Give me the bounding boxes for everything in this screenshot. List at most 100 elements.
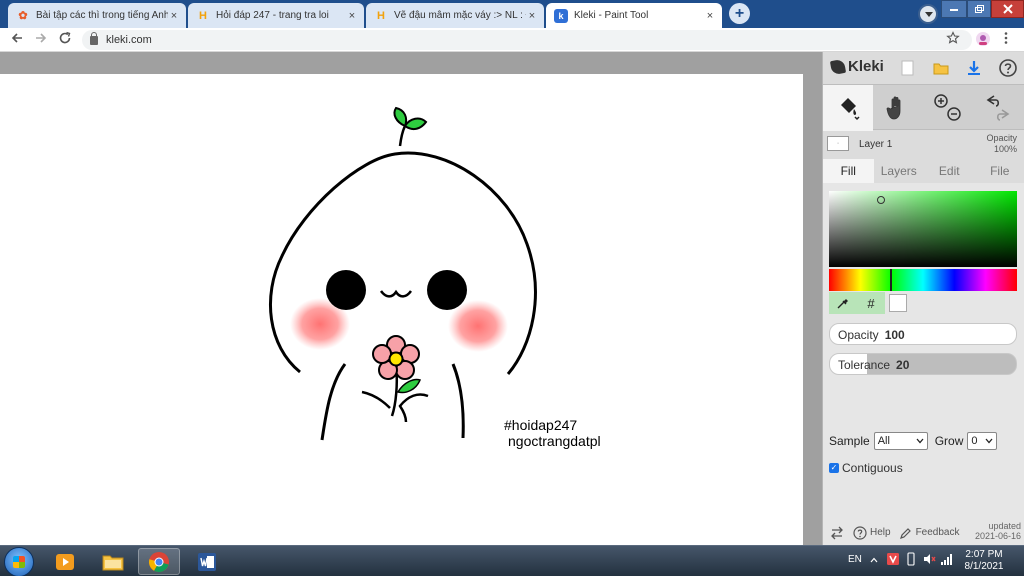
swap-sides-icon[interactable] (829, 526, 845, 540)
layer-opacity-label: Opacity (986, 133, 1017, 143)
v-badge-icon (887, 553, 899, 565)
back-button[interactable] (8, 31, 26, 49)
undo-redo-tool[interactable] (973, 85, 1023, 131)
help-link[interactable]: Help (853, 525, 891, 540)
layer-opacity-value: 100% (993, 144, 1017, 154)
layer-name: Layer 1 (859, 139, 893, 150)
star-icon (946, 31, 960, 44)
secondary-color-swatch[interactable] (889, 294, 907, 312)
sample-select[interactable]: All (873, 432, 928, 450)
bookmark-star-button[interactable] (946, 31, 960, 48)
restore-icon (975, 5, 984, 13)
start-button[interactable] (4, 547, 34, 576)
open-folder-icon[interactable] (931, 58, 951, 78)
taskbar-media-player[interactable] (44, 548, 86, 575)
taskbar-word[interactable] (186, 548, 228, 575)
feedback-label: Feedback (915, 527, 960, 538)
clock-time: 2:07 PM (965, 549, 1003, 560)
body-right-outline (451, 363, 465, 439)
profile-icon[interactable] (918, 4, 938, 24)
sample-grow-row: Sample All Grow 0 (829, 432, 998, 450)
language-indicator[interactable]: EN (848, 554, 862, 565)
grow-label: Grow (934, 434, 964, 448)
sample-label: Sample (829, 434, 870, 448)
help-question-icon[interactable] (998, 58, 1018, 78)
system-clock[interactable]: 2:07 PM 8/1/2021 (960, 549, 1008, 573)
download-icon[interactable] (964, 58, 984, 78)
updated-date: 2021-06-16 (974, 531, 1021, 541)
reload-button[interactable] (56, 31, 74, 49)
tab-fill[interactable]: Fill (823, 159, 874, 183)
minimize-icon (950, 9, 958, 11)
kleki-logo[interactable]: Kleki (829, 58, 884, 75)
drawing-canvas[interactable]: #hoidap247 ngoctrangdatpl (0, 74, 803, 545)
back-arrow-icon (11, 33, 22, 43)
extension-button[interactable] (975, 31, 991, 50)
taskbar-file-explorer[interactable] (92, 548, 134, 575)
close-tab-icon[interactable]: × (168, 10, 180, 22)
contiguous-option[interactable]: ✓ Contiguous (829, 461, 903, 475)
sidebar-header: Kleki (823, 52, 1024, 84)
device-tray[interactable] (906, 552, 916, 569)
browser-tab-1[interactable]: ✿ Bài tập các thì trong tiếng Anh có × (8, 3, 186, 28)
contiguous-checkbox[interactable]: ✓ (829, 463, 839, 473)
sample-select-value: All (877, 435, 890, 447)
device-icon (907, 552, 915, 566)
antivirus-tray[interactable] (886, 552, 900, 569)
sprout-stem (398, 125, 407, 147)
color-picker-handle[interactable] (877, 196, 885, 204)
active-layer-row[interactable]: · Layer 1 Opacity 100% (823, 130, 1024, 160)
network-tray[interactable] (940, 552, 954, 569)
flower-leaf (396, 378, 421, 394)
kebab-menu-icon (1004, 32, 1008, 44)
help-icon (853, 525, 867, 540)
minimize-window-button[interactable] (941, 0, 967, 18)
new-tab-button[interactable]: + (729, 3, 750, 24)
tab-file[interactable]: File (975, 159, 1024, 183)
opacity-label: Opacity (838, 328, 879, 342)
right-hand (398, 393, 429, 423)
tolerance-slider[interactable]: Tolerance 20 (829, 353, 1017, 375)
body-left-outline (320, 363, 347, 441)
updated-label: updated (988, 521, 1021, 531)
tab-layers[interactable]: Layers (874, 159, 925, 183)
tab-edit[interactable]: Edit (924, 159, 975, 183)
lotus-icon: ✿ (18, 10, 28, 22)
maximize-window-button[interactable] (967, 0, 991, 18)
browser-menu-button[interactable] (1003, 31, 1009, 48)
forward-button[interactable] (32, 31, 50, 49)
windows-taskbar: EN 2:07 PM 8/1/2021 (0, 545, 1024, 576)
paint-bucket-tool[interactable] (823, 85, 873, 131)
tolerance-value: 20 (896, 358, 910, 372)
volume-tray[interactable] (922, 552, 936, 569)
zoom-tool[interactable] (923, 85, 973, 131)
clock-date: 8/1/2021 (964, 561, 1004, 572)
close-icon (1002, 4, 1013, 14)
browser-tab-2[interactable]: H Hỏi đáp 247 - trang tra loi × (188, 3, 364, 28)
close-tab-icon[interactable]: × (704, 10, 716, 22)
hue-slider-handle[interactable] (890, 269, 892, 291)
close-tab-icon[interactable]: × (526, 10, 538, 22)
close-window-button[interactable] (991, 0, 1024, 18)
close-tab-icon[interactable]: × (346, 10, 358, 22)
show-hidden-icons-button[interactable] (870, 555, 878, 566)
word-icon (198, 552, 216, 571)
new-file-icon[interactable] (897, 58, 917, 78)
hue-slider[interactable] (829, 269, 1017, 291)
chrome-icon (149, 551, 169, 572)
opacity-slider[interactable]: Opacity 100 (829, 323, 1017, 345)
taskbar-chrome[interactable] (138, 548, 180, 575)
kleki-icon: k (554, 8, 568, 23)
updated-info: updated 2021-06-16 (975, 521, 1021, 541)
layer-opacity: Opacity 100% (986, 133, 1017, 155)
address-bar[interactable]: kleki.com (82, 30, 972, 50)
hand-tool[interactable] (873, 85, 923, 131)
feedback-link[interactable]: Feedback (899, 526, 960, 540)
eyedropper-button[interactable] (829, 292, 857, 314)
saturation-value-picker[interactable] (829, 191, 1017, 267)
browser-tab-3[interactable]: H Vẽ đậu mâm mặc váy :> NL : Đã × (366, 3, 544, 28)
hex-input-button[interactable]: # (857, 292, 885, 314)
color-tools: # (829, 292, 885, 314)
grow-select[interactable]: 0 (967, 432, 998, 450)
browser-tab-4[interactable]: k Kleki - Paint Tool × (546, 3, 722, 28)
